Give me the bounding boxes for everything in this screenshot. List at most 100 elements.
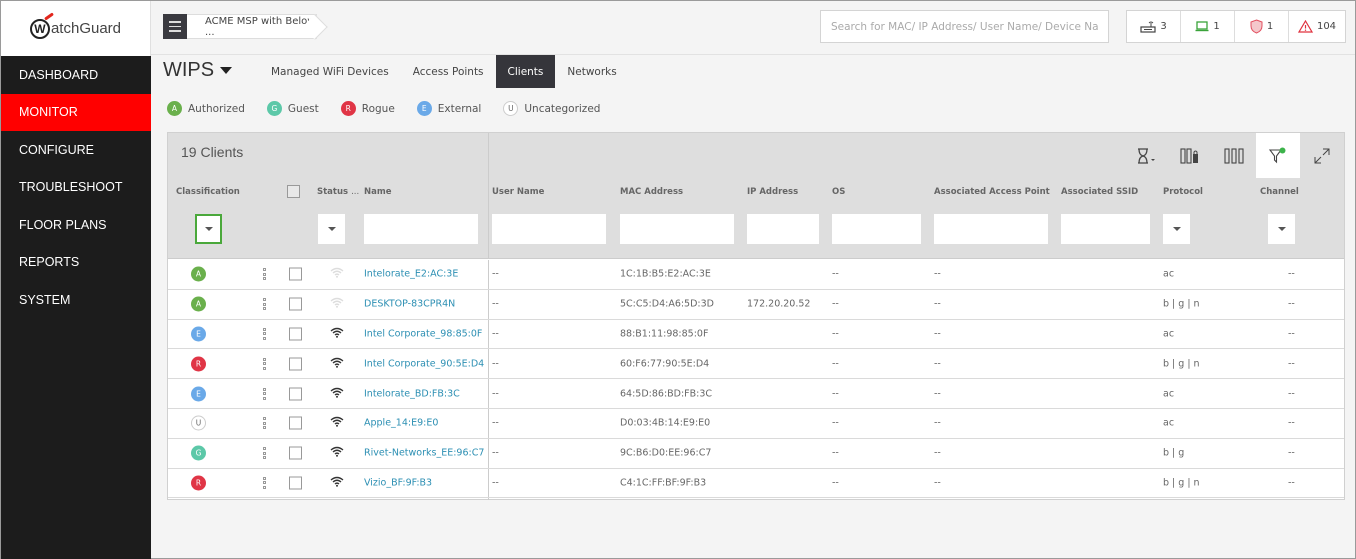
classification-badge: R [191, 475, 206, 491]
channel-filter-dropdown[interactable] [1268, 214, 1295, 244]
mac-filter-input[interactable] [620, 214, 734, 244]
clients-count: 19 Clients [181, 144, 244, 160]
name-filter-input[interactable] [364, 214, 478, 244]
col-name[interactable]: Name [364, 187, 391, 197]
tab-clients[interactable]: Clients [495, 55, 556, 88]
col-protocol[interactable]: Protocol [1163, 187, 1203, 197]
access-points-counter[interactable]: 3 [1127, 11, 1181, 42]
col-status[interactable]: Status ... [317, 187, 359, 197]
row-checkbox[interactable] [289, 416, 302, 430]
access-point-cell: -- [934, 477, 941, 489]
clients-counter[interactable]: 1 [1181, 11, 1235, 42]
status-counters: 3 1 1 104 [1126, 10, 1346, 43]
row-checkbox[interactable] [289, 476, 302, 490]
select-all-checkbox[interactable] [287, 185, 300, 198]
row-actions-icon[interactable] [263, 327, 266, 340]
user-name-cell: -- [492, 447, 499, 459]
row-actions-icon[interactable] [263, 387, 266, 400]
wips-dropdown[interactable]: WIPS [163, 59, 233, 82]
col-ip-address[interactable]: IP Address [747, 187, 798, 197]
time-range-button[interactable] [1124, 133, 1168, 178]
account-breadcrumb[interactable]: ACME MSP with Below ... [187, 14, 317, 39]
wifi-status-icon [330, 267, 344, 281]
threats-counter[interactable]: 1 [1235, 11, 1289, 42]
user-name-filter-input[interactable] [492, 214, 606, 244]
client-name-link[interactable]: Apple_14:E9:E0 [364, 418, 438, 429]
row-actions-icon[interactable] [263, 298, 266, 311]
protocol-filter-dropdown[interactable] [1163, 214, 1190, 244]
table-row[interactable]: E Intelorate_BD:FB:3C -- 64:5D:86:BD:FB:… [168, 379, 1344, 409]
client-name-link[interactable]: Intelorate_BD:FB:3C [364, 388, 460, 399]
client-name-link[interactable]: Vizio_BF:9F:B3 [364, 477, 432, 488]
columns-button[interactable] [1212, 133, 1256, 178]
mac-address-cell: C4:1C:FF:BF:9F:B3 [620, 477, 707, 489]
filter-button[interactable] [1256, 133, 1300, 178]
table-row[interactable]: U Apple_14:E9:E0 -- D0:03:4B:14:E9:E0 --… [168, 409, 1344, 439]
row-actions-icon[interactable] [263, 357, 266, 370]
tab-access-points[interactable]: Access Points [401, 55, 496, 88]
col-associated-access-point[interactable]: Associated Access Point [934, 187, 1050, 197]
columns-icon [1224, 147, 1244, 164]
row-checkbox[interactable] [289, 327, 302, 341]
client-name-link[interactable]: Intel Corporate_98:85:0F [364, 328, 482, 339]
channel-cell: -- [1288, 268, 1295, 280]
table-row[interactable]: A DESKTOP-83CPR4N -- 5C:C5:D4:A6:5D:3D 1… [168, 290, 1344, 320]
table-row[interactable]: R Vizio_BF:9F:B3 -- C4:1C:FF:BF:9F:B3 --… [168, 469, 1344, 499]
hamburger-menu-button[interactable] [163, 14, 187, 39]
status-filter-dropdown[interactable] [318, 214, 345, 244]
wifi-status-icon [330, 446, 344, 460]
expand-icon [1314, 148, 1330, 163]
client-name-link[interactable]: Intelorate_E2:AC:3E [364, 269, 458, 280]
row-actions-icon[interactable] [263, 268, 266, 281]
tab-managed-wifi-devices[interactable]: Managed WiFi Devices [259, 55, 401, 88]
table-row[interactable]: E Intel Corporate_98:85:0F -- 88:B1:11:9… [168, 320, 1344, 350]
table-row[interactable]: R Intel Corporate_90:5E:D4 -- 60:F6:77:9… [168, 349, 1344, 380]
wifi-status-icon [330, 476, 344, 490]
table-row[interactable]: G Rivet-Networks_EE:96:C7 -- 9C:B6:D0:EE… [168, 439, 1344, 469]
col-mac-address[interactable]: MAC Address [620, 187, 683, 197]
global-search-input[interactable] [820, 10, 1109, 43]
tab-networks[interactable]: Networks [555, 55, 628, 88]
sidebar-item-monitor[interactable]: MONITOR [1, 93, 151, 131]
logo-area[interactable]: WatchGuard [1, 1, 151, 56]
row-actions-icon[interactable] [263, 447, 266, 460]
caret-down-icon [1277, 227, 1286, 231]
sidebar-item-troubleshoot[interactable]: TROUBLESHOOT [1, 169, 151, 207]
col-associated-ssid[interactable]: Associated SSID [1061, 187, 1138, 197]
expand-button[interactable] [1300, 133, 1344, 178]
client-name-link[interactable]: Rivet-Networks_EE:96:C7 [364, 448, 484, 459]
sidebar-item-dashboard[interactable]: DASHBOARD [1, 56, 151, 94]
row-checkbox[interactable] [289, 357, 302, 371]
row-checkbox[interactable] [289, 267, 302, 281]
row-checkbox[interactable] [289, 297, 302, 311]
table-row[interactable]: A Intelorate_E2:AC:3E -- 1C:1B:B5:E2:AC:… [168, 260, 1344, 290]
client-name-link[interactable]: Intel Corporate_90:5E:D4 [364, 358, 484, 369]
ip-filter-input[interactable] [747, 214, 819, 244]
wifi-status-icon [330, 327, 344, 341]
alerts-counter[interactable]: 104 [1289, 11, 1345, 42]
sidebar-item-reports[interactable]: REPORTS [1, 244, 151, 282]
sidebar-item-floor-plans[interactable]: FLOOR PLANS [1, 206, 151, 244]
client-name-link[interactable]: DESKTOP-83CPR4N [364, 299, 455, 310]
row-checkbox[interactable] [289, 387, 302, 401]
hamburger-icon-line [169, 21, 181, 23]
row-checkbox[interactable] [289, 446, 302, 460]
row-actions-icon[interactable] [263, 476, 266, 489]
shield-icon [1250, 19, 1263, 34]
legend-rogue: R Rogue [340, 101, 395, 116]
col-user-name[interactable]: User Name [492, 187, 544, 197]
classification-filter-dropdown[interactable] [195, 214, 222, 244]
sidebar-item-system[interactable]: SYSTEM [1, 281, 151, 319]
col-channel[interactable]: Channel [1260, 187, 1299, 197]
lock-columns-button[interactable] [1168, 133, 1212, 178]
col-classification[interactable]: Classification [176, 187, 240, 197]
row-actions-icon[interactable] [263, 417, 266, 430]
ssid-filter-input[interactable] [1061, 214, 1150, 244]
user-name-cell: -- [492, 268, 499, 280]
os-filter-input[interactable] [832, 214, 921, 244]
col-os[interactable]: OS [832, 187, 845, 197]
os-cell: -- [832, 388, 839, 400]
sidebar-item-configure[interactable]: CONFIGURE [1, 131, 151, 169]
access-point-filter-input[interactable] [934, 214, 1048, 244]
table-header: 19 Clients Classification Status ... Nam… [168, 133, 1344, 259]
